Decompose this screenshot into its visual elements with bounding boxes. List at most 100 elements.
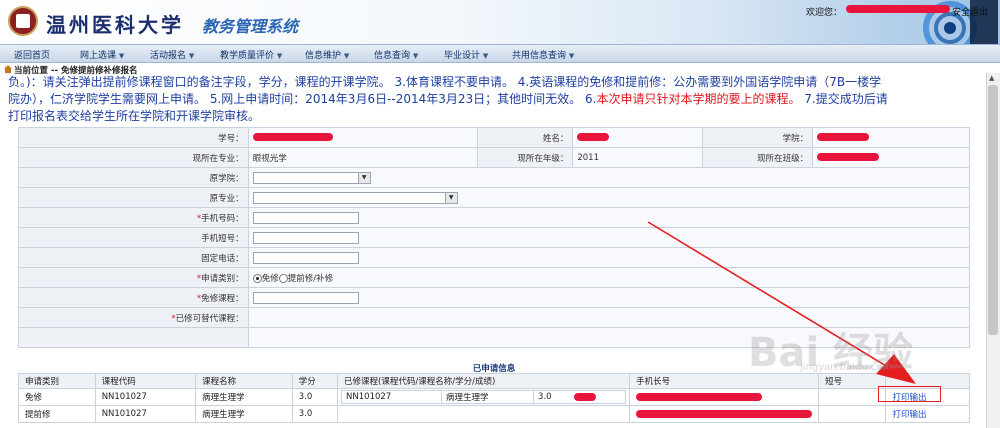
chevron-down-icon: ▼ [412,52,419,60]
chevron-down-icon: ▼ [118,52,125,60]
table-row: 提前修 NN101027 病理生理学 3.0 打印输出 [18,405,970,423]
orig-major-cell: ▼ [247,187,971,208]
mobile-input[interactable] [252,211,359,224]
done-course-credit: 3.0 [533,390,627,404]
redacted-username [846,5,950,13]
nav-evaluation[interactable]: 教学质量评价 ▼ [220,48,282,61]
done-course-subtable: NN101027 病理生理学 3.0 [341,390,627,404]
orig-college-cell: ▼ [247,167,971,188]
watermark-url: jingyan.baidu.com [800,362,893,373]
header-cell: 课程代码 [94,373,197,389]
redacted-value [577,133,610,141]
university-logo [8,6,38,36]
student-id-value [247,127,479,148]
course-code-cell: NN101027 [94,405,197,423]
home-icon [4,65,12,73]
advance-radio[interactable] [278,273,288,283]
table-row: 免修 NN101027 病理生理学 3.0 NN101027 病理生理学 3.0… [18,388,970,406]
redacted-value [636,392,763,401]
major-label: 现所在专业： [18,147,249,168]
nav-graduation[interactable]: 毕业设计 ▼ [444,48,488,61]
chevron-down-icon: ▼ [444,192,457,203]
class-label: 现所在班级： [702,147,814,168]
notice-line: 院办），仁济学院学生需要网上申请。 5.网上申请时间：2014年3月6日--20… [8,92,888,106]
credit-cell: 3.0 [291,405,339,423]
chevron-down-icon: ▼ [276,52,283,60]
chevron-down-icon: ▼ [568,52,575,60]
course-code-cell: NN101027 [94,388,197,406]
chevron-down-icon: ▼ [188,52,195,60]
name-label: 姓名： [477,127,574,148]
done-course-name: 病理生理学 [441,390,535,404]
exempt-radio-label: 免修 [261,273,279,284]
main-nav: 返回首页 网上选课 ▼ 活动报名 ▼ 教学质量评价 ▼ 信息维护 ▼ 信息查询 … [0,44,1000,63]
college-label: 学院： [702,127,814,148]
header-cell: 课程名称 [195,373,293,389]
redacted-value [574,392,597,401]
print-link[interactable]: 打印输出 [892,410,926,420]
redacted-value [817,153,880,161]
notice-text: 负。)：请关注弹出提前修课程窗口的备注字段，学分，课程的开课学院。 3.体育课程… [8,74,986,125]
done-course-cell [337,405,631,423]
nav-public-query[interactable]: 共用信息查询 ▼ [512,48,574,61]
college-value [812,127,970,148]
short-number-input[interactable] [252,231,359,244]
short-number-cell [818,388,887,406]
course-name-cell: 病理生理学 [195,405,293,423]
credit-cell: 3.0 [291,388,339,406]
short-number-cell [818,405,887,423]
header-cell: 已修课程(课程代码/课程名称/学分/成绩) [337,373,631,389]
orig-college-label: 原学院： [18,167,249,188]
name-value [572,127,704,148]
course-name-cell: 病理生理学 [195,388,293,406]
grade-value: 2011 [572,147,704,168]
mobile-cell [629,405,820,423]
notice-line: 负。)：请关注弹出提前修课程窗口的备注字段，学分，课程的开课学院。 3.体育课程… [8,75,882,89]
phone-input[interactable] [252,251,359,264]
redacted-value [636,409,813,418]
print-cell: 打印输出 [885,405,970,423]
nav-info-query[interactable]: 信息查询 ▼ [374,48,418,61]
chevron-down-icon: ▼ [482,52,489,60]
short-number-label: 手机短号： [18,227,249,248]
phone-label: 固定电话： [18,247,249,268]
logout-link[interactable]: 安全退出 [952,5,988,18]
done-course-code: NN101027 [341,390,443,404]
mobile-cell [629,388,820,406]
redacted-value [817,133,870,141]
exempt-course-label: *免修课程： [18,287,249,308]
mobile-label: *手机号码： [18,207,249,228]
notice-line: 打印报名表交给学生所在学院和开课学院审核。 [8,109,261,123]
apply-type-cell: 免修 [18,388,96,406]
welcome-label: 欢迎您： [806,8,843,18]
major-value: 眼视光学 [247,147,479,168]
exempt-radio[interactable] [252,273,262,283]
form-spacer [18,327,249,348]
system-name: 教务管理系统 [202,17,299,36]
nav-course-select[interactable]: 网上选课 ▼ [80,48,124,61]
redacted-value [252,133,333,141]
exempt-course-input[interactable] [252,291,359,304]
grade-label: 现所在年级： [477,147,574,168]
replace-course-label: *已修可替代课程： [18,307,249,328]
apply-type-cell: 提前修 [18,405,96,423]
student-id-label: 学号： [18,127,249,148]
apply-type-label: *申请类别： [18,267,249,288]
nav-activity[interactable]: 活动报名 ▼ [150,48,194,61]
orig-major-select[interactable]: ▼ [252,191,458,204]
done-course-cell: NN101027 病理生理学 3.0 [337,388,631,406]
header-cell: 申请类别 [18,373,96,389]
university-name: 温州医科大学 [46,13,184,37]
nav-home[interactable]: 返回首页 [14,48,50,61]
nav-info-maint[interactable]: 信息维护 ▼ [305,48,349,61]
chevron-down-icon: ▼ [357,172,370,183]
orig-major-label: 原专业： [18,187,249,208]
orig-college-select[interactable]: ▼ [252,171,371,184]
scrollbar-thumb[interactable] [988,85,998,335]
chevron-down-icon: ▼ [343,52,350,60]
advance-radio-label: 提前修/补修 [287,273,334,284]
print-highlight-box [878,386,941,402]
header-cell: 学分 [291,373,339,389]
scroll-up-icon[interactable]: ▲ [989,74,994,82]
class-value [812,147,970,168]
